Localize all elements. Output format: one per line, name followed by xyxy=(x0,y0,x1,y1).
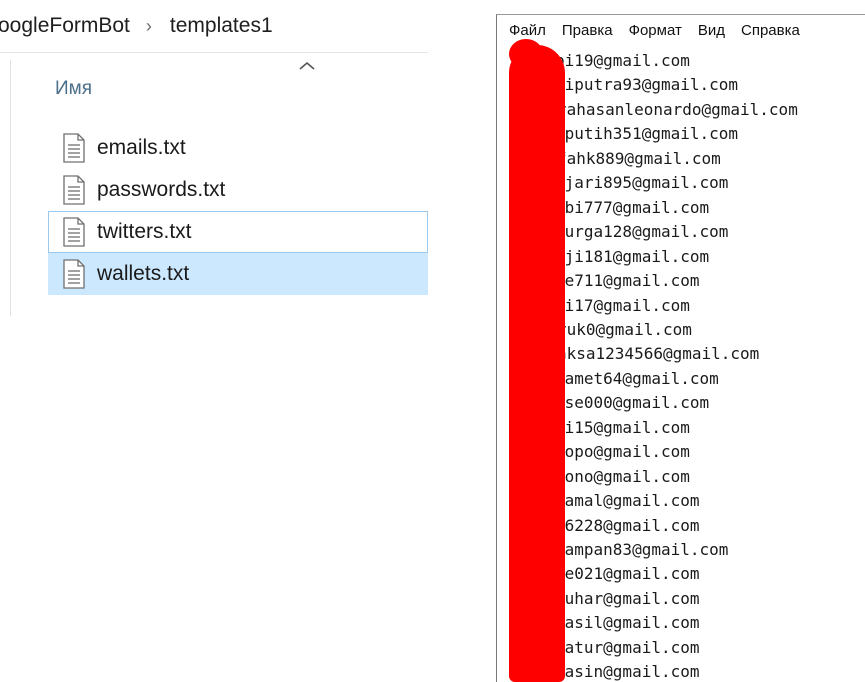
redaction-mark xyxy=(509,45,565,682)
file-list: emails.txt passwords.txt twitters.txt wa… xyxy=(48,127,428,295)
menu-edit[interactable]: Правка xyxy=(556,22,619,39)
text-line[interactable]: bi17@gmail.com xyxy=(555,294,690,318)
file-name: twitters.txt xyxy=(97,220,192,243)
text-line[interactable]: tampan83@gmail.com xyxy=(555,538,728,562)
menu-format[interactable]: Формат xyxy=(623,22,688,39)
text-line[interactable]: popo@gmail.com xyxy=(555,440,690,464)
text-line[interactable]: ge711@gmail.com xyxy=(555,269,700,293)
file-explorer-pane: oogleFormBot › templates1 Имя emails.txt xyxy=(0,0,430,320)
breadcrumb-item[interactable]: oogleFormBot xyxy=(0,14,130,38)
chevron-right-icon: › xyxy=(145,15,152,36)
menu-view[interactable]: Вид xyxy=(692,22,731,39)
text-line[interactable]: diputra93@gmail.com xyxy=(555,73,738,97)
text-line[interactable]: bi19@gmail.com xyxy=(555,49,690,73)
text-line[interactable]: yahasanleonardo@gmail.com xyxy=(557,98,798,122)
text-file-icon xyxy=(63,133,85,163)
file-item[interactable]: passwords.txt xyxy=(48,169,428,211)
text-line[interactable]: surga128@gmail.com xyxy=(555,220,728,244)
text-line[interactable]: ase000@gmail.com xyxy=(555,391,709,415)
divider xyxy=(10,60,11,316)
text-line[interactable]: hatur@gmail.com xyxy=(555,636,700,660)
text-line[interactable]: jamet64@gmail.com xyxy=(555,367,719,391)
column-header-name[interactable]: Имя xyxy=(55,78,92,100)
menu-file[interactable]: Файл xyxy=(503,22,552,39)
file-item[interactable]: wallets.txt xyxy=(48,253,428,295)
file-item[interactable]: emails.txt xyxy=(48,127,428,169)
file-name: passwords.txt xyxy=(97,178,226,201)
text-line[interactable]: tono@gmail.com xyxy=(555,465,690,489)
text-file-icon xyxy=(63,217,85,247)
text-line[interactable]: 16228@gmail.com xyxy=(555,514,700,538)
sort-ascending-icon[interactable] xyxy=(296,58,318,74)
text-line[interactable]: aksa1234566@gmail.com xyxy=(557,342,759,366)
breadcrumb-item[interactable]: templates1 xyxy=(170,14,273,38)
file-name: wallets.txt xyxy=(97,262,190,285)
text-line[interactable]: yuk0@gmail.com xyxy=(557,318,692,342)
text-line[interactable]: we021@gmail.com xyxy=(555,562,700,586)
text-line[interactable]: gjari895@gmail.com xyxy=(555,171,728,195)
file-item[interactable]: twitters.txt xyxy=(48,211,428,253)
text-file-icon xyxy=(63,175,85,205)
text-line[interactable]: suhar@gmail.com xyxy=(555,587,700,611)
menu-help[interactable]: Справка xyxy=(735,22,806,39)
text-line[interactable]: jamal@gmail.com xyxy=(555,489,700,513)
menu-bar: Файл Правка Формат Вид Справка xyxy=(497,15,865,46)
notepad-window: Файл Правка Формат Вид Справка bi19@gmai… xyxy=(496,14,865,682)
text-line[interactable]: hasin@gmail.com xyxy=(555,660,700,682)
breadcrumb: oogleFormBot › templates1 xyxy=(0,0,428,53)
text-line[interactable]: bi15@gmail.com xyxy=(555,416,690,440)
text-line[interactable]: nasil@gmail.com xyxy=(555,611,700,635)
text-line[interactable]: uji181@gmail.com xyxy=(555,245,709,269)
file-name: emails.txt xyxy=(97,136,186,159)
text-line[interactable]: obi777@gmail.com xyxy=(555,196,709,220)
text-line[interactable]: fahk889@gmail.com xyxy=(557,147,721,171)
text-line[interactable]: kputih351@gmail.com xyxy=(555,122,738,146)
text-file-icon xyxy=(63,259,85,289)
